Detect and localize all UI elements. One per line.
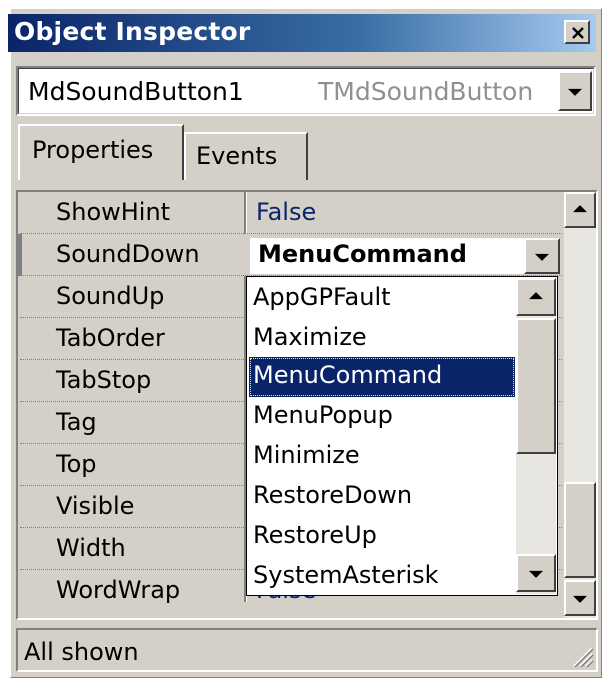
property-name: SoundDown — [56, 240, 200, 268]
chevron-up-icon — [529, 292, 543, 300]
dropdown-item[interactable]: RestoreUp — [249, 517, 515, 557]
chevron-up-icon — [573, 205, 587, 213]
dropdown-item[interactable]: RestoreDown — [249, 477, 515, 517]
window-title: Object Inspector — [14, 17, 251, 46]
close-icon — [572, 27, 584, 39]
property-name: Tag — [56, 408, 97, 436]
grid-scroll-up-button[interactable] — [564, 192, 596, 228]
property-name: TabStop — [56, 366, 152, 394]
status-bar: All shown — [16, 628, 598, 672]
dropdown-scrollbar[interactable] — [516, 278, 556, 594]
title-bar[interactable]: Object Inspector — [8, 14, 596, 52]
property-name: SoundUp — [56, 282, 165, 310]
tab-events[interactable]: Events — [184, 132, 308, 180]
chevron-down-icon — [529, 570, 543, 578]
grid-scroll-thumb[interactable] — [564, 482, 596, 578]
property-name: Visible — [56, 492, 135, 520]
property-value-editor[interactable]: MenuCommand — [250, 238, 560, 274]
tab-properties-label: Properties — [32, 136, 154, 164]
dropdown-item[interactable]: SystemAsterisk — [249, 557, 515, 597]
dropdown-scroll-thumb[interactable] — [516, 318, 556, 454]
property-name: TabOrder — [56, 324, 165, 352]
dropdown-item[interactable]: MenuPopup — [249, 397, 515, 437]
tab-properties[interactable]: Properties — [18, 124, 184, 180]
tab-events-label: Events — [196, 142, 278, 170]
chevron-down-icon — [568, 88, 582, 96]
dropdown-item[interactable]: Minimize — [249, 437, 515, 477]
chevron-down-icon — [535, 253, 549, 261]
property-name: Top — [56, 450, 97, 478]
property-name: WordWrap — [56, 576, 181, 604]
editor-value: MenuCommand — [258, 240, 467, 268]
property-row[interactable]: ShowHint False — [20, 192, 562, 234]
chevron-down-icon — [573, 595, 587, 603]
component-selector[interactable]: MdSoundButton1 TMdSoundButton — [16, 66, 596, 116]
property-name: ShowHint — [56, 198, 171, 226]
status-text: All shown — [24, 638, 139, 666]
grid-scrollbar[interactable] — [564, 192, 596, 618]
resize-grip-icon[interactable] — [570, 644, 594, 668]
grid-scroll-down-button[interactable] — [564, 580, 596, 616]
dropdown-scroll-up-button[interactable] — [516, 278, 556, 316]
value-dropdown-button[interactable] — [524, 238, 560, 274]
component-dropdown-button[interactable] — [558, 71, 592, 111]
dropdown-scroll-down-button[interactable] — [516, 554, 556, 592]
component-name: MdSoundButton1 — [28, 77, 244, 106]
property-name: Width — [56, 534, 126, 562]
dropdown-item[interactable]: AppGPFault — [249, 279, 515, 319]
value-dropdown-list[interactable]: AppGPFault Maximize MenuCommand MenuPopu… — [246, 276, 558, 596]
component-type: TMdSoundButton — [318, 77, 534, 106]
close-button[interactable] — [564, 20, 590, 44]
property-value: False — [256, 198, 317, 226]
dropdown-item[interactable]: Maximize — [249, 319, 515, 359]
selected-row-marker — [18, 234, 22, 276]
dropdown-item-selected[interactable]: MenuCommand — [249, 357, 515, 397]
